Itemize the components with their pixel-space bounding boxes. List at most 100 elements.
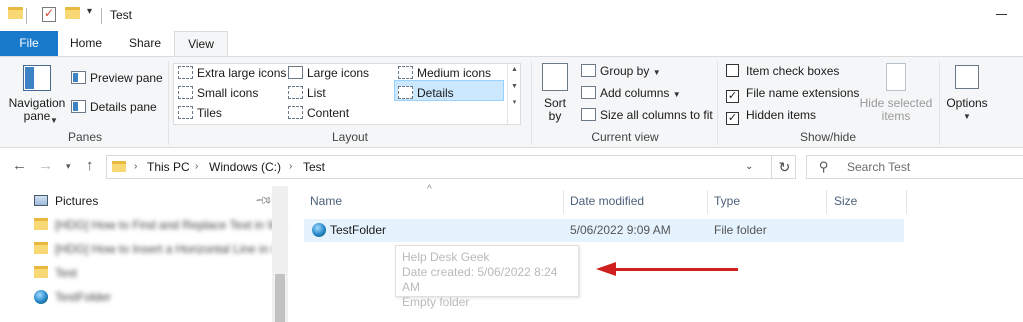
ribbon-tabs: File Home Share View bbox=[0, 31, 1023, 57]
address-bar[interactable]: › This PC › Windows (C:) › Test ⌄ ↻ bbox=[106, 155, 796, 179]
options-button[interactable]: Options ▼ bbox=[944, 65, 990, 123]
refresh-icon[interactable]: ↻ bbox=[771, 156, 797, 178]
content-icon bbox=[288, 106, 303, 119]
tab-home[interactable]: Home bbox=[62, 31, 110, 56]
nav-item-folder[interactable]: [HDG] How to Insert a Horizontal Line in… bbox=[34, 242, 281, 264]
column-divider[interactable] bbox=[563, 190, 564, 214]
breadcrumb-this-pc[interactable]: This PC bbox=[147, 160, 190, 174]
group-by-button[interactable]: Group by ▼ bbox=[581, 64, 661, 78]
up-arrow-icon[interactable]: ↑ bbox=[86, 157, 94, 174]
file-type: File folder bbox=[714, 223, 767, 237]
layout-tiles[interactable]: Tiles bbox=[178, 106, 222, 120]
layout-small-icons[interactable]: Small icons bbox=[178, 86, 258, 100]
ribbon: Navigation pane ▼ Preview pane Details p… bbox=[0, 56, 1023, 148]
file-name-extensions-toggle[interactable]: ✓ File name extensions bbox=[726, 86, 859, 103]
column-header-size[interactable]: Size bbox=[834, 194, 857, 208]
tab-share[interactable]: Share bbox=[122, 31, 168, 56]
breadcrumb-test[interactable]: Test bbox=[303, 160, 325, 174]
nav-item-label: TestFolder bbox=[55, 290, 112, 304]
hide-selected-items-label: Hide selected items bbox=[859, 96, 933, 123]
properties-icon[interactable] bbox=[42, 6, 56, 22]
sort-by-button[interactable]: Sort by bbox=[537, 63, 573, 123]
nav-item-folder[interactable]: Test bbox=[34, 266, 77, 288]
file-name[interactable]: TestFolder bbox=[330, 223, 386, 237]
item-check-boxes-checkbox[interactable] bbox=[726, 64, 739, 77]
title-bar: ▾ Test bbox=[0, 0, 1023, 31]
tab-view[interactable]: View bbox=[174, 31, 228, 57]
group-label-show-hide: Show/hide bbox=[799, 130, 857, 144]
group-label-layout: Layout bbox=[331, 130, 369, 144]
column-divider[interactable] bbox=[826, 190, 827, 214]
layout-extra-large-icons[interactable]: Extra large icons bbox=[178, 66, 286, 80]
hidden-items-checkbox[interactable]: ✓ bbox=[726, 112, 739, 125]
details-pane-label: Details pane bbox=[90, 100, 157, 114]
hide-selected-items-button[interactable]: Hide selected items bbox=[858, 63, 934, 123]
column-header-name[interactable]: Name bbox=[310, 194, 342, 208]
size-columns-icon bbox=[581, 108, 596, 121]
medium-icons-icon bbox=[398, 66, 413, 79]
nav-item-folder[interactable]: [HDG] How to Find and Replace Text in Wo bbox=[34, 218, 285, 240]
pin-icon[interactable]: 📌︎ bbox=[254, 191, 273, 210]
scrollbar-thumb[interactable] bbox=[275, 274, 285, 322]
tab-file[interactable]: File bbox=[0, 31, 58, 56]
layout-large-icons[interactable]: Large icons bbox=[288, 66, 369, 80]
preview-pane-button[interactable]: Preview pane bbox=[71, 71, 163, 85]
navigation-pane-scrollbar[interactable] bbox=[272, 186, 288, 322]
column-header-date-modified[interactable]: Date modified bbox=[570, 194, 644, 208]
breadcrumb-separator-icon[interactable]: › bbox=[289, 161, 292, 172]
file-name-extensions-label: File name extensions bbox=[746, 86, 860, 100]
sort-by-label: Sort by bbox=[543, 96, 566, 123]
globe-folder-icon bbox=[312, 223, 326, 237]
address-dropdown-icon[interactable]: ⌄ bbox=[745, 161, 753, 172]
minimize-button[interactable] bbox=[996, 14, 1007, 15]
recent-locations-icon[interactable]: ▾ bbox=[66, 161, 71, 172]
scroll-down-icon[interactable]: ▼ bbox=[508, 83, 521, 90]
group-label-panes: Panes bbox=[67, 130, 103, 144]
add-columns-button[interactable]: Add columns ▼ bbox=[581, 86, 681, 100]
options-label: Options bbox=[946, 96, 988, 110]
nav-item-pictures[interactable]: Pictures bbox=[34, 194, 98, 216]
breadcrumb-windows-c[interactable]: Windows (C:) bbox=[209, 160, 281, 174]
breadcrumb-separator-icon[interactable]: › bbox=[134, 161, 137, 172]
search-input[interactable]: Search Test bbox=[847, 160, 910, 174]
layout-option-label: Content bbox=[307, 106, 350, 120]
add-columns-icon bbox=[581, 86, 596, 99]
small-icons-icon bbox=[178, 86, 193, 99]
gallery-expand-icon[interactable]: ▾ bbox=[508, 98, 521, 106]
tooltip-line: Help Desk Geek bbox=[402, 250, 490, 264]
nav-item-label: [HDG] How to Find and Replace Text in Wo bbox=[55, 218, 286, 232]
new-folder-icon[interactable] bbox=[65, 7, 80, 19]
file-tooltip: Help Desk Geek Date created: 5/06/2022 8… bbox=[395, 245, 579, 309]
column-divider[interactable] bbox=[707, 190, 708, 214]
layout-scrollbar[interactable]: ▲ ▼ ▾ bbox=[507, 64, 521, 124]
column-header-type[interactable]: Type bbox=[714, 194, 740, 208]
layout-option-label: Details bbox=[417, 86, 454, 100]
large-icons-icon bbox=[288, 66, 303, 79]
item-check-boxes-toggle[interactable]: Item check boxes bbox=[726, 64, 839, 78]
layout-details[interactable]: Details bbox=[398, 86, 454, 100]
details-pane-button[interactable]: Details pane bbox=[71, 100, 157, 114]
chevron-down-icon: ▼ bbox=[652, 68, 661, 77]
scroll-up-icon[interactable]: ▲ bbox=[508, 66, 521, 73]
forward-arrow-icon[interactable]: → bbox=[38, 157, 53, 174]
file-name-extensions-checkbox[interactable]: ✓ bbox=[726, 90, 739, 103]
layout-option-label: Small icons bbox=[197, 86, 259, 100]
search-box[interactable]: ⚲ Search Test bbox=[806, 155, 1023, 179]
group-label-current-view: Current view bbox=[591, 130, 659, 144]
hidden-items-toggle[interactable]: ✓ Hidden items bbox=[726, 108, 816, 125]
divider bbox=[168, 61, 169, 145]
back-arrow-icon[interactable]: ← bbox=[12, 157, 27, 174]
folder-icon bbox=[34, 266, 48, 278]
table-row[interactable]: TestFolder 5/06/2022 9:09 AM File folder bbox=[304, 219, 904, 242]
navigation-pane-button[interactable]: Navigation pane ▼ bbox=[8, 65, 66, 125]
size-all-columns-button[interactable]: Size all columns to fit bbox=[581, 108, 713, 122]
list-icon bbox=[288, 86, 303, 99]
layout-medium-icons[interactable]: Medium icons bbox=[398, 66, 491, 80]
folder-icon bbox=[112, 161, 126, 172]
breadcrumb-separator-icon[interactable]: › bbox=[195, 161, 198, 172]
nav-item-folder[interactable]: TestFolder bbox=[34, 290, 111, 312]
column-divider[interactable] bbox=[906, 190, 907, 214]
quick-access-dropdown-icon[interactable]: ▾ bbox=[87, 6, 92, 17]
layout-list[interactable]: List bbox=[288, 86, 326, 100]
layout-content[interactable]: Content bbox=[288, 106, 349, 120]
